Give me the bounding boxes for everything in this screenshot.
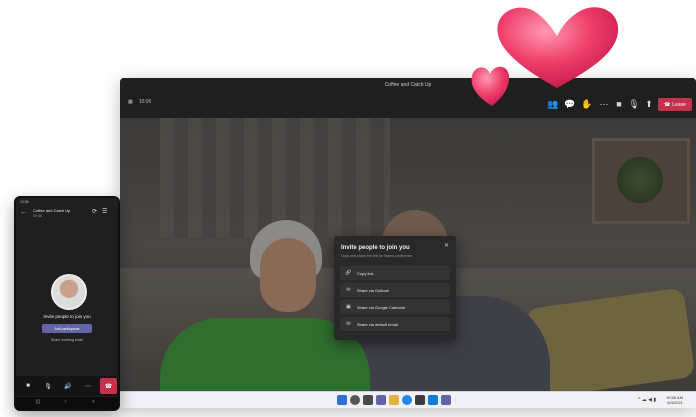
more-icon[interactable]: ⋯ — [82, 380, 94, 392]
people-icon[interactable]: 👥 — [546, 97, 560, 111]
grid-icon[interactable]: ▦ — [128, 99, 133, 105]
leave-label: Leave — [672, 101, 686, 108]
phone-meeting-time: 00:46 — [33, 214, 42, 218]
end-call-button[interactable]: ☎ — [100, 378, 117, 394]
phone-meeting-title: Coffee and Catch Up — [33, 208, 71, 213]
window-title: Coffee and Catch Up — [384, 82, 432, 88]
copy-link-option[interactable]: 🔗 Copy link — [340, 266, 450, 280]
phone-hangup-icon: ☎ — [664, 101, 671, 108]
add-participants-button[interactable]: Add participants — [42, 324, 92, 333]
share-default-email-option[interactable]: ✉ Share via default email — [340, 317, 450, 331]
edge-icon[interactable] — [402, 395, 412, 405]
option-label: Share via Google Calendar — [357, 304, 406, 310]
people-icon[interactable]: ☰ — [102, 208, 107, 215]
back-nav-icon[interactable]: < — [92, 399, 95, 405]
share-meeting-invite-link[interactable]: Share meeting invite — [16, 338, 118, 342]
system-tray-icons[interactable]: ^ ☁ ◀ ▮ — [638, 397, 656, 403]
dialog-title: Invite people to join you — [341, 245, 410, 251]
wall-art — [592, 138, 690, 224]
share-icon[interactable]: ⬆ — [642, 97, 656, 111]
teams-chat-icon[interactable] — [441, 395, 451, 405]
android-nav-bar: ||| ○ < — [16, 397, 118, 409]
file-explorer-icon[interactable] — [389, 395, 399, 405]
video-feed: Invite people to join you Copy and share… — [120, 118, 696, 408]
invite-dialog: Invite people to join you Copy and share… — [334, 236, 456, 340]
close-icon[interactable]: ✕ — [444, 242, 449, 249]
recent-apps-icon[interactable]: ||| — [36, 399, 40, 405]
search-icon[interactable] — [350, 395, 360, 405]
link-icon: 🔗 — [345, 270, 352, 276]
woman-face — [260, 238, 316, 312]
mic-icon[interactable]: 🎙 — [42, 380, 54, 392]
meeting-toolbar: ▦ 10:06 👥 💬 ✋ ⋯ ■ 🎙 ⬆ ☎ Leave — [120, 92, 696, 119]
mail-app-icon[interactable] — [428, 395, 438, 405]
store-icon[interactable] — [415, 395, 425, 405]
camera-icon[interactable]: ■ — [612, 97, 626, 111]
clock-date: 6/4/2021 — [667, 400, 683, 405]
avatar — [51, 274, 87, 310]
camera-icon[interactable]: ■ — [22, 380, 34, 392]
home-icon[interactable]: ○ — [64, 399, 67, 405]
share-google-calendar-option[interactable]: ▣ Share via Google Calendar — [340, 300, 450, 314]
background-window — [160, 118, 390, 238]
phone-hangup-icon: ☎ — [104, 383, 113, 390]
raise-hand-icon[interactable]: ✋ — [580, 97, 594, 111]
desktop-teams-window: Coffee and Catch Up ▦ 10:06 👥 💬 ✋ ⋯ ■ 🎙 … — [120, 78, 696, 408]
camera-switch-icon[interactable]: ⟳ — [92, 208, 97, 215]
phone-invite-text: Invite people to join you — [43, 314, 91, 319]
phone-screen: 10:56 ← Coffee and Catch Up 00:46 ⟳ ☰ In… — [16, 198, 118, 409]
mail-icon: ✉ — [346, 321, 351, 327]
mobile-phone: 10:56 ← Coffee and Catch Up 00:46 ⟳ ☰ In… — [14, 196, 120, 411]
timer-label: 10:06 — [138, 99, 152, 105]
back-arrow-icon[interactable]: ← — [20, 209, 27, 216]
speaker-icon[interactable]: 🔊 — [62, 380, 74, 392]
outlook-icon: ✉ — [346, 287, 351, 293]
calendar-icon: ▣ — [346, 304, 351, 310]
option-label: Share via Outlook — [357, 287, 389, 293]
phone-status-time: 10:56 — [20, 200, 29, 204]
phone-call-controls: ■ 🎙 🔊 ⋯ ☎ — [16, 376, 118, 396]
mic-icon[interactable]: 🎙 — [627, 97, 641, 111]
task-view-icon[interactable] — [363, 395, 373, 405]
clock[interactable]: 10:56 AM 6/4/2021 — [666, 395, 683, 405]
chat-icon[interactable]: 💬 — [563, 97, 577, 111]
option-label: Copy link — [357, 270, 374, 276]
leave-button[interactable]: ☎ Leave — [658, 98, 692, 111]
windows-taskbar: ^ ☁ ◀ ▮ 10:56 AM 6/4/2021 — [120, 391, 696, 408]
phone-header-icons: ⟳ ☰ — [92, 208, 107, 215]
option-label: Share via default email — [357, 321, 398, 327]
meeting-timer: ▦ 10:06 — [128, 99, 151, 105]
small-heart-icon — [471, 66, 510, 106]
dialog-subtitle: Copy and share the link for Teams confer… — [341, 254, 413, 258]
start-icon[interactable] — [337, 395, 347, 405]
more-icon[interactable]: ⋯ — [597, 97, 611, 111]
teams-icon[interactable] — [376, 395, 386, 405]
share-outlook-option[interactable]: ✉ Share via Outlook — [340, 283, 450, 297]
